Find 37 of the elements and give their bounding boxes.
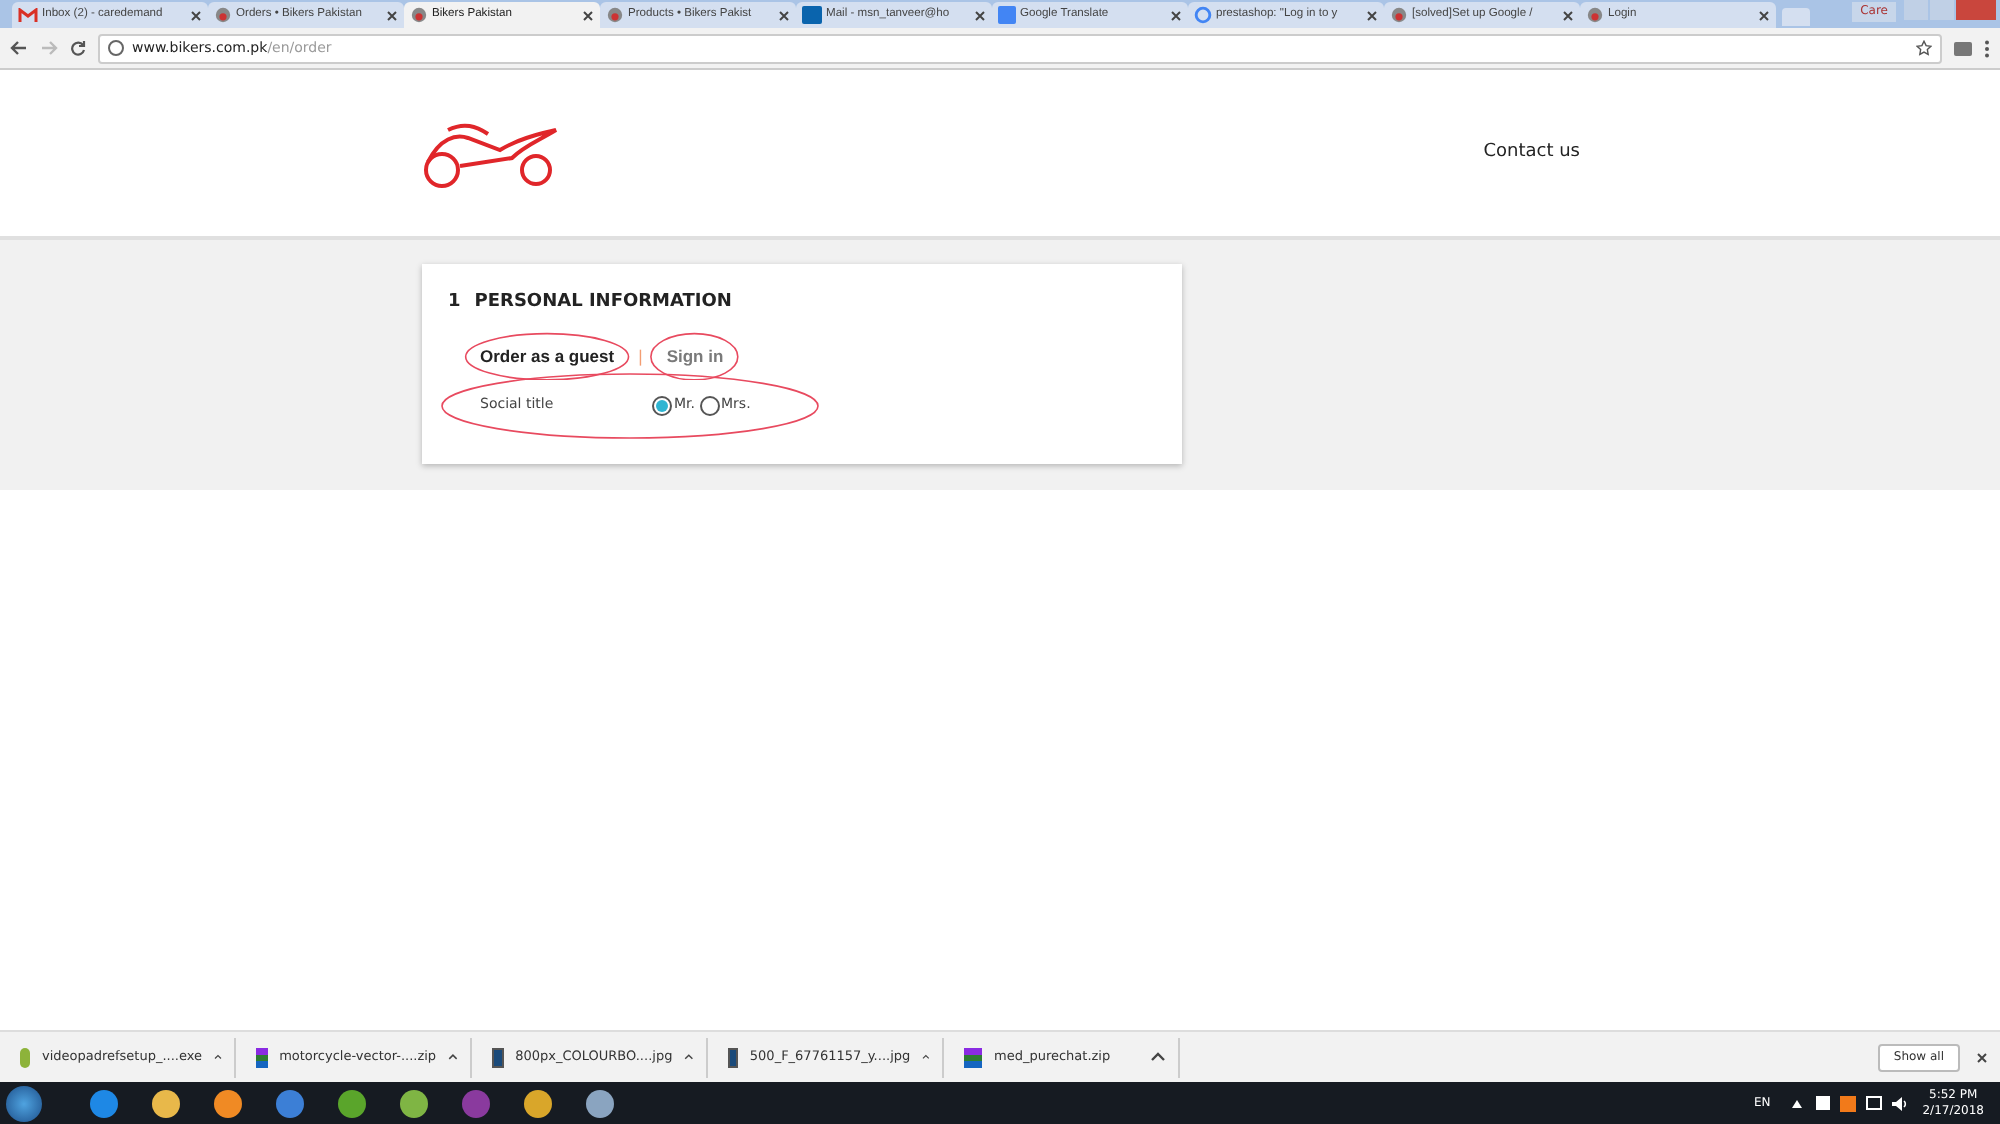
checkout-option-link[interactable]: Order as a guest <box>480 345 615 365</box>
separator: | <box>638 343 643 369</box>
site-icon <box>1390 6 1408 24</box>
step-title: PERSONAL INFORMATION <box>474 290 732 316</box>
google-icon <box>1194 6 1212 24</box>
tray-arrow-icon[interactable] <box>1792 1099 1803 1107</box>
menu-icon[interactable] <box>1984 39 1990 57</box>
image-file-icon <box>492 1047 504 1067</box>
reload-icon[interactable] <box>70 40 86 56</box>
caret-icon[interactable] <box>448 1052 458 1062</box>
close-icon[interactable] <box>1758 9 1770 21</box>
site-icon <box>606 6 624 24</box>
close-icon[interactable] <box>778 9 790 21</box>
site-icon <box>410 6 428 24</box>
site-icon <box>214 6 232 24</box>
radio-button[interactable] <box>699 395 719 415</box>
step-number: 1 <box>448 290 461 316</box>
star-icon[interactable] <box>1916 40 1932 56</box>
close-icon[interactable] <box>1170 9 1182 21</box>
close-icon[interactable] <box>1562 9 1574 21</box>
info-icon[interactable] <box>108 40 124 56</box>
start-button[interactable] <box>6 1085 42 1121</box>
caret-icon[interactable] <box>684 1052 694 1062</box>
image-file-icon <box>728 1047 738 1067</box>
contact-link[interactable]: Contact us <box>1483 139 1580 167</box>
close-icon[interactable] <box>190 9 202 21</box>
caret-icon[interactable] <box>1150 1052 1166 1062</box>
checkout-option-link[interactable]: Sign in <box>666 345 724 365</box>
close-icon[interactable] <box>386 9 398 21</box>
close-icon[interactable] <box>1366 9 1378 21</box>
close-icon[interactable] <box>1976 1051 1988 1063</box>
site-icon <box>1586 6 1604 24</box>
radio-button[interactable] <box>652 395 672 415</box>
back-icon[interactable] <box>10 40 28 56</box>
close-icon[interactable] <box>582 9 594 21</box>
close-icon[interactable] <box>974 9 986 21</box>
speaker-icon[interactable] <box>1892 1095 1909 1111</box>
